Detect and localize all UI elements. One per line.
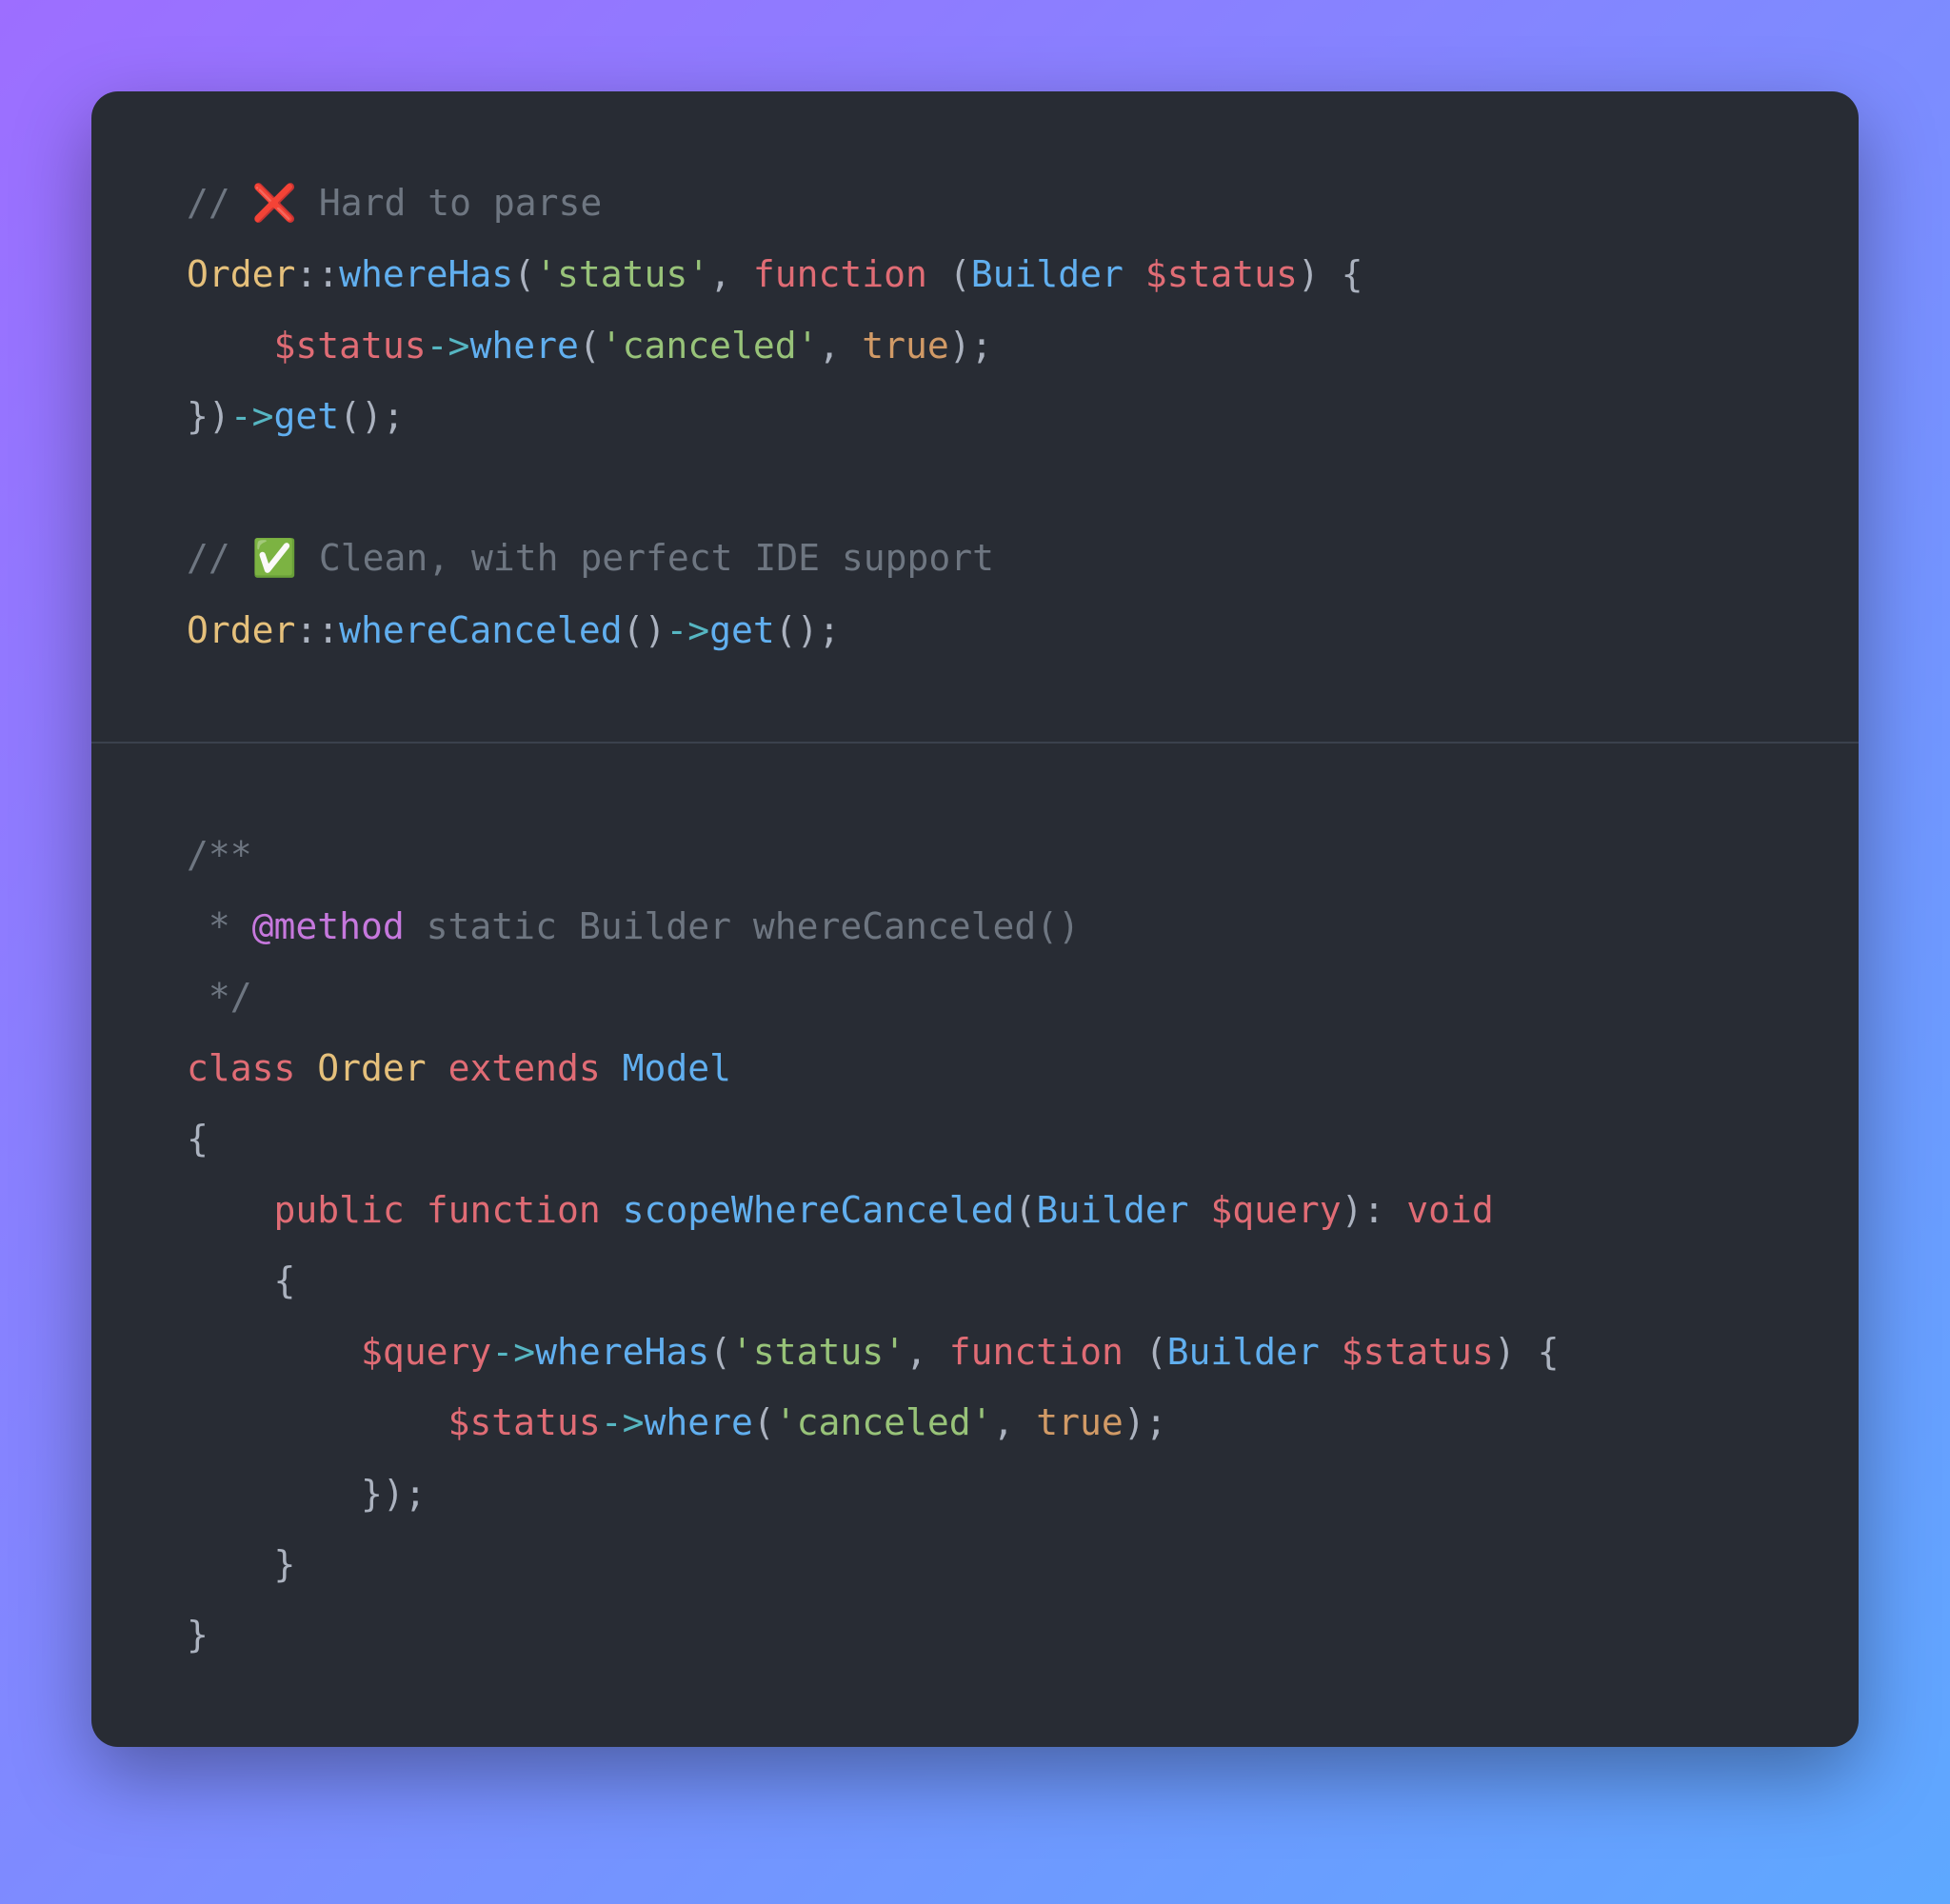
var-query: $query bbox=[1210, 1189, 1341, 1231]
type-model: Model bbox=[623, 1047, 731, 1089]
code-block-bottom: /** * @method static Builder whereCancel… bbox=[91, 742, 1859, 1747]
fn-whereHas: whereHas bbox=[339, 253, 513, 295]
var-status: $status bbox=[274, 325, 427, 367]
fn-whereCanceled: whereCanceled bbox=[339, 609, 622, 651]
keyword-void: void bbox=[1406, 1189, 1494, 1231]
var-status: $status bbox=[1145, 253, 1298, 295]
keyword-public: public bbox=[274, 1189, 405, 1231]
docblock-tag-method: @method bbox=[252, 905, 405, 947]
keyword-extends: extends bbox=[448, 1047, 601, 1089]
keyword-class: class bbox=[187, 1047, 295, 1089]
const-true: true bbox=[862, 325, 949, 367]
class-name-order: Order bbox=[317, 1047, 426, 1089]
comment-good: // ✅ Clean, with perfect IDE support bbox=[187, 537, 994, 579]
cross-mark-icon: ❌ bbox=[252, 183, 297, 225]
docblock-close: */ bbox=[187, 976, 252, 1018]
code-block-top: // ❌ Hard to parse Order::whereHas('stat… bbox=[91, 91, 1859, 742]
code-card: // ❌ Hard to parse Order::whereHas('stat… bbox=[91, 91, 1859, 1747]
check-mark-icon: ✅ bbox=[252, 538, 297, 580]
class-ref-order: Order bbox=[187, 253, 295, 295]
arrow-op: -> bbox=[427, 325, 470, 367]
comment-bad: // ❌ Hard to parse bbox=[187, 182, 602, 224]
fn-get: get bbox=[274, 395, 340, 437]
keyword-function: function bbox=[753, 253, 927, 295]
keyword-function: function bbox=[427, 1189, 601, 1231]
fn-where: where bbox=[469, 325, 578, 367]
fn-scopeWhereCanceled: scopeWhereCanceled bbox=[623, 1189, 1015, 1231]
string-canceled: 'canceled' bbox=[601, 325, 819, 367]
string-status: 'status' bbox=[535, 253, 709, 295]
type-builder: Builder bbox=[971, 253, 1124, 295]
docblock-open: /** bbox=[187, 834, 252, 876]
